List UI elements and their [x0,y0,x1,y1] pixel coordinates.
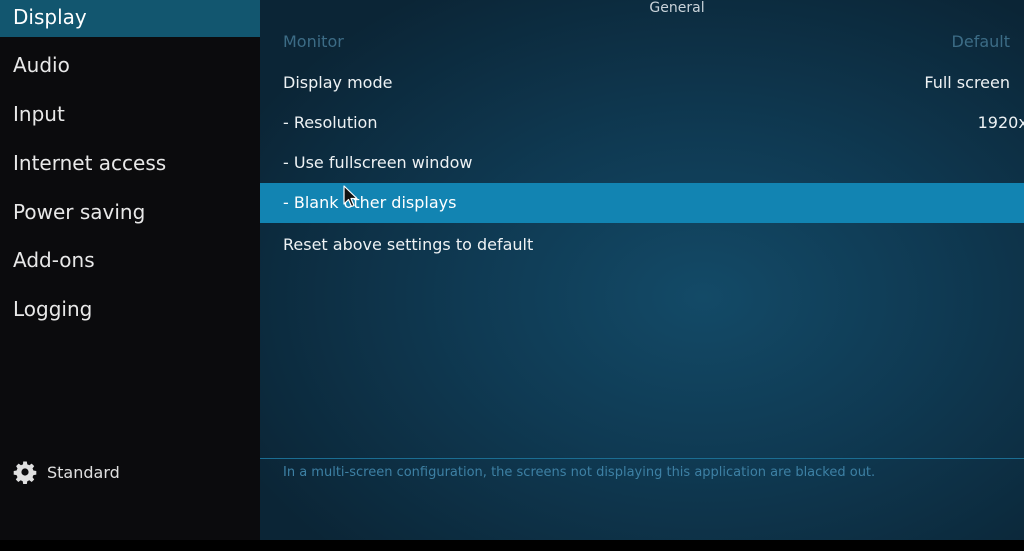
sidebar-item-internet-access[interactable]: Internet access [0,143,260,183]
setting-row-display-mode[interactable]: Display mode Full screen [260,63,1024,103]
section-title: General [649,0,705,16]
sidebar-item-display[interactable]: Display [0,0,260,37]
setting-label: - Blank other displays [283,193,457,212]
setting-row-reset-defaults[interactable]: Reset above settings to default [260,225,1024,265]
sidebar-item-logging[interactable]: Logging [0,289,260,329]
category-sidebar: Display Audio Input Internet access Powe… [0,0,260,540]
setting-value: 1920x1 [977,113,1024,132]
setting-value: Default [951,32,1010,51]
sidebar-item-input[interactable]: Input [0,94,260,134]
settings-level-button[interactable]: Standard [13,459,120,485]
setting-label: Display mode [283,73,393,92]
setting-row-monitor: Monitor Default [260,22,1024,62]
settings-screen: Display Audio Input Internet access Powe… [0,0,1024,551]
setting-label: - Resolution [283,113,378,132]
gear-icon [13,461,37,484]
setting-label: - Use fullscreen window [283,153,473,172]
setting-value: Full screen [924,73,1010,92]
description-divider [260,458,1024,459]
setting-label: Monitor [283,32,344,51]
setting-label: Reset above settings to default [283,235,534,254]
settings-panel: General Monitor Default Display mode Ful… [260,0,1024,540]
bottom-strip [0,540,1024,551]
sidebar-item-add-ons[interactable]: Add-ons [0,240,260,280]
setting-description: In a multi-screen configuration, the scr… [283,465,876,480]
setting-row-resolution[interactable]: - Resolution 1920x1 [260,103,1024,143]
settings-level-label: Standard [47,462,120,482]
mouse-pointer-icon [343,185,358,208]
sidebar-item-power-saving[interactable]: Power saving [0,192,260,232]
sidebar-item-audio[interactable]: Audio [0,45,260,85]
setting-row-blank-other-displays[interactable]: - Blank other displays [260,183,1024,223]
setting-row-fullscreen-window[interactable]: - Use fullscreen window [260,143,1024,183]
